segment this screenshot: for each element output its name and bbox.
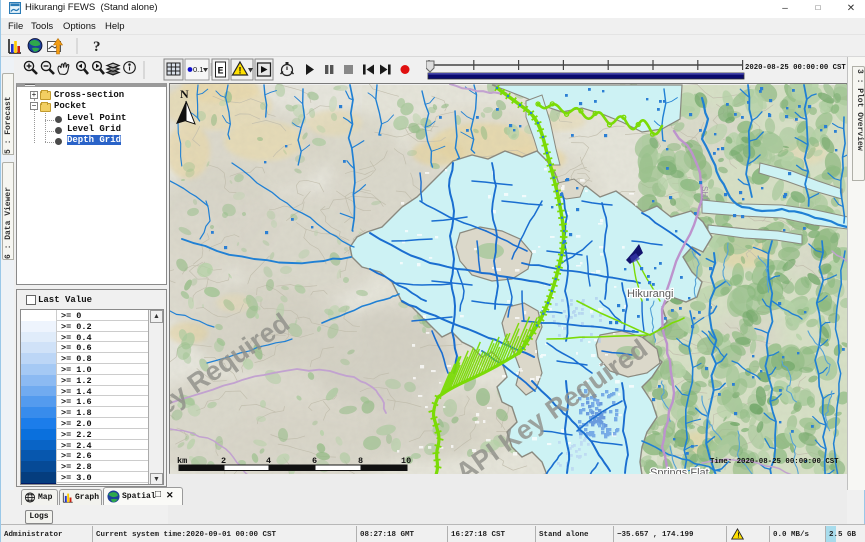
svg-text:4: 4 [266,456,271,466]
svg-text:10: 10 [401,456,411,466]
svg-text:N: N [180,87,189,101]
svg-text:6: 6 [312,456,317,466]
svg-text:km: km [177,456,187,466]
svg-text:!: ! [736,533,740,540]
svg-text:?: ? [93,39,101,55]
svg-text:Hikurangi: Hikurangi [627,288,673,300]
svg-text:SH1: SH1 [700,186,709,202]
svg-text:0.1: 0.1 [193,65,203,74]
svg-text:Time: 2020-08-25 00:00:00 CST: Time: 2020-08-25 00:00:00 CST [710,458,839,466]
svg-text:E: E [218,67,224,78]
svg-text:8: 8 [358,456,363,466]
svg-text:!: ! [239,66,242,76]
svg-text:2: 2 [221,456,226,466]
